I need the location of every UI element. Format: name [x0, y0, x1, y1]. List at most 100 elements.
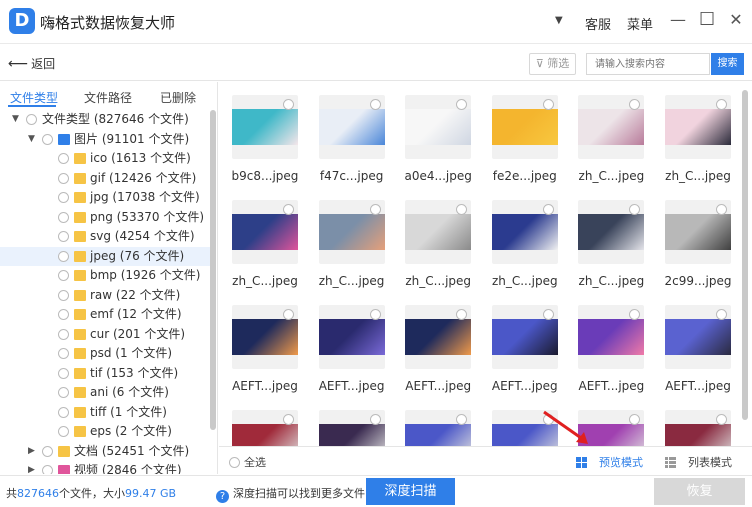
deep-scan-button[interactable]: 深度扫描: [366, 478, 455, 505]
tree-item[interactable]: svg (4254 个文件): [0, 227, 210, 246]
file-select-radio[interactable]: [283, 414, 294, 425]
file-thumbnail[interactable]: [491, 200, 558, 264]
tree-item-checkbox[interactable]: [58, 172, 69, 184]
tree-item-checkbox[interactable]: [58, 192, 69, 203]
select-all-checkbox[interactable]: 全选: [229, 454, 266, 470]
file-thumbnail[interactable]: [578, 305, 645, 369]
file-card[interactable]: zh_C...jpeg: [318, 200, 385, 290]
search-input[interactable]: [586, 53, 710, 75]
tree-item-checkbox[interactable]: [26, 114, 37, 125]
file-card[interactable]: AEFT...jpeg: [232, 305, 298, 395]
file-thumbnail[interactable]: [232, 410, 298, 446]
tree-item[interactable]: raw (22 个文件): [0, 286, 210, 305]
tree-item-checkbox[interactable]: [58, 250, 69, 262]
tree-item[interactable]: ▶ 视频 (2846 个文件): [0, 461, 210, 474]
file-thumbnail[interactable]: [405, 95, 472, 159]
search-button[interactable]: 搜索: [711, 53, 744, 75]
file-card[interactable]: zh_C...jpeg: [578, 200, 645, 290]
file-select-radio[interactable]: [542, 99, 554, 110]
file-card[interactable]: f47c...jpeg: [318, 95, 385, 185]
customer-service-button[interactable]: 客服: [585, 14, 611, 33]
tree-item[interactable]: ico (1613 个文件): [0, 149, 210, 168]
tree-item-checkbox[interactable]: [42, 465, 53, 474]
file-card[interactable]: [405, 410, 472, 446]
expand-down-icon[interactable]: ▼: [28, 130, 35, 149]
tree-item[interactable]: ▼ 文件类型 (827646 个文件): [0, 110, 210, 129]
back-button[interactable]: ⟵ 返回: [8, 55, 55, 72]
maximize-icon[interactable]: ☐: [699, 11, 715, 29]
file-thumbnail[interactable]: [318, 305, 385, 369]
list-mode-button[interactable]: 列表模式: [665, 454, 732, 470]
recover-button[interactable]: 恢复: [654, 478, 745, 505]
file-card[interactable]: b9c8...jpeg: [232, 95, 298, 185]
tree-item-checkbox[interactable]: [58, 289, 69, 301]
file-card[interactable]: 2c99...jpeg: [665, 200, 731, 290]
tree-item[interactable]: ▶ 文档 (52451 个文件): [0, 442, 210, 461]
tree-item-checkbox[interactable]: [58, 270, 69, 281]
file-thumbnail[interactable]: [405, 410, 472, 446]
file-card[interactable]: zh_C...jpeg: [578, 95, 645, 185]
tree-item-checkbox[interactable]: [58, 367, 69, 379]
file-select-radio[interactable]: [283, 99, 294, 110]
file-select-radio[interactable]: [716, 309, 727, 320]
file-thumbnail[interactable]: [665, 200, 731, 264]
tree-item[interactable]: jpg (17038 个文件): [0, 188, 210, 207]
file-card[interactable]: AEFT...jpeg: [491, 305, 558, 395]
file-thumbnail[interactable]: [232, 200, 298, 264]
file-thumbnail[interactable]: [665, 305, 731, 369]
file-select-radio[interactable]: [369, 309, 381, 320]
dropdown-triangle-icon[interactable]: ▼: [555, 15, 563, 26]
tree-item-checkbox[interactable]: [58, 309, 69, 320]
file-thumbnail[interactable]: [232, 95, 298, 159]
tree-item-checkbox[interactable]: [58, 328, 69, 340]
tree-item-checkbox[interactable]: [58, 348, 69, 359]
tree-item-checkbox[interactable]: [58, 153, 69, 164]
tree-item[interactable]: tiff (1 个文件): [0, 403, 210, 422]
filter-button[interactable]: ⊽ 筛选: [529, 53, 576, 75]
tree-item[interactable]: cur (201 个文件): [0, 325, 210, 344]
file-card[interactable]: zh_C...jpeg: [491, 200, 558, 290]
file-card[interactable]: [665, 410, 731, 446]
minimize-icon[interactable]: —: [670, 12, 686, 28]
file-card[interactable]: AEFT...jpeg: [578, 305, 645, 395]
file-card[interactable]: zh_C...jpeg: [665, 95, 731, 185]
file-select-radio[interactable]: [369, 414, 381, 425]
tab-deleted[interactable]: 已删除: [160, 89, 196, 106]
file-thumbnail[interactable]: [578, 200, 645, 264]
file-card[interactable]: zh_C...jpeg: [405, 200, 472, 290]
tree-item[interactable]: eps (2 个文件): [0, 422, 210, 441]
tree-item[interactable]: bmp (1926 个文件): [0, 266, 210, 285]
expand-right-icon[interactable]: ▶: [28, 442, 35, 461]
file-select-radio[interactable]: [283, 309, 294, 320]
file-thumbnail[interactable]: [665, 95, 731, 159]
tree-item[interactable]: ▼ 图片 (91101 个文件): [0, 130, 210, 149]
expand-right-icon[interactable]: ▶: [28, 461, 35, 474]
file-select-radio[interactable]: [542, 204, 554, 215]
tree-item[interactable]: emf (12 个文件): [0, 305, 210, 324]
file-card[interactable]: zh_C...jpeg: [232, 200, 298, 290]
grid-scrollbar[interactable]: [742, 90, 748, 420]
file-select-radio[interactable]: [716, 99, 727, 110]
tab-file-type[interactable]: 文件类型: [10, 89, 58, 106]
expand-down-icon[interactable]: ▼: [12, 110, 19, 129]
close-icon[interactable]: ✕: [728, 12, 744, 28]
tree-item[interactable]: tif (153 个文件): [0, 364, 210, 383]
file-select-radio[interactable]: [369, 99, 381, 110]
file-select-radio[interactable]: [283, 204, 294, 215]
file-thumbnail[interactable]: [665, 410, 731, 446]
file-thumbnail[interactable]: [405, 305, 472, 369]
file-select-radio[interactable]: [716, 414, 727, 425]
tree-item-checkbox[interactable]: [58, 426, 69, 437]
tree-item[interactable]: psd (1 个文件): [0, 344, 210, 363]
file-select-radio[interactable]: [716, 204, 727, 215]
file-card[interactable]: AEFT...jpeg: [665, 305, 731, 395]
tree-item-checkbox[interactable]: [58, 211, 69, 223]
file-thumbnail[interactable]: [491, 305, 558, 369]
file-card[interactable]: AEFT...jpeg: [405, 305, 472, 395]
menu-button[interactable]: 菜单: [627, 14, 653, 33]
sidebar-scrollbar[interactable]: [210, 110, 216, 430]
file-thumbnail[interactable]: [405, 200, 472, 264]
file-select-radio[interactable]: [542, 309, 554, 320]
file-thumbnail[interactable]: [232, 305, 298, 369]
file-thumbnail[interactable]: [318, 410, 385, 446]
